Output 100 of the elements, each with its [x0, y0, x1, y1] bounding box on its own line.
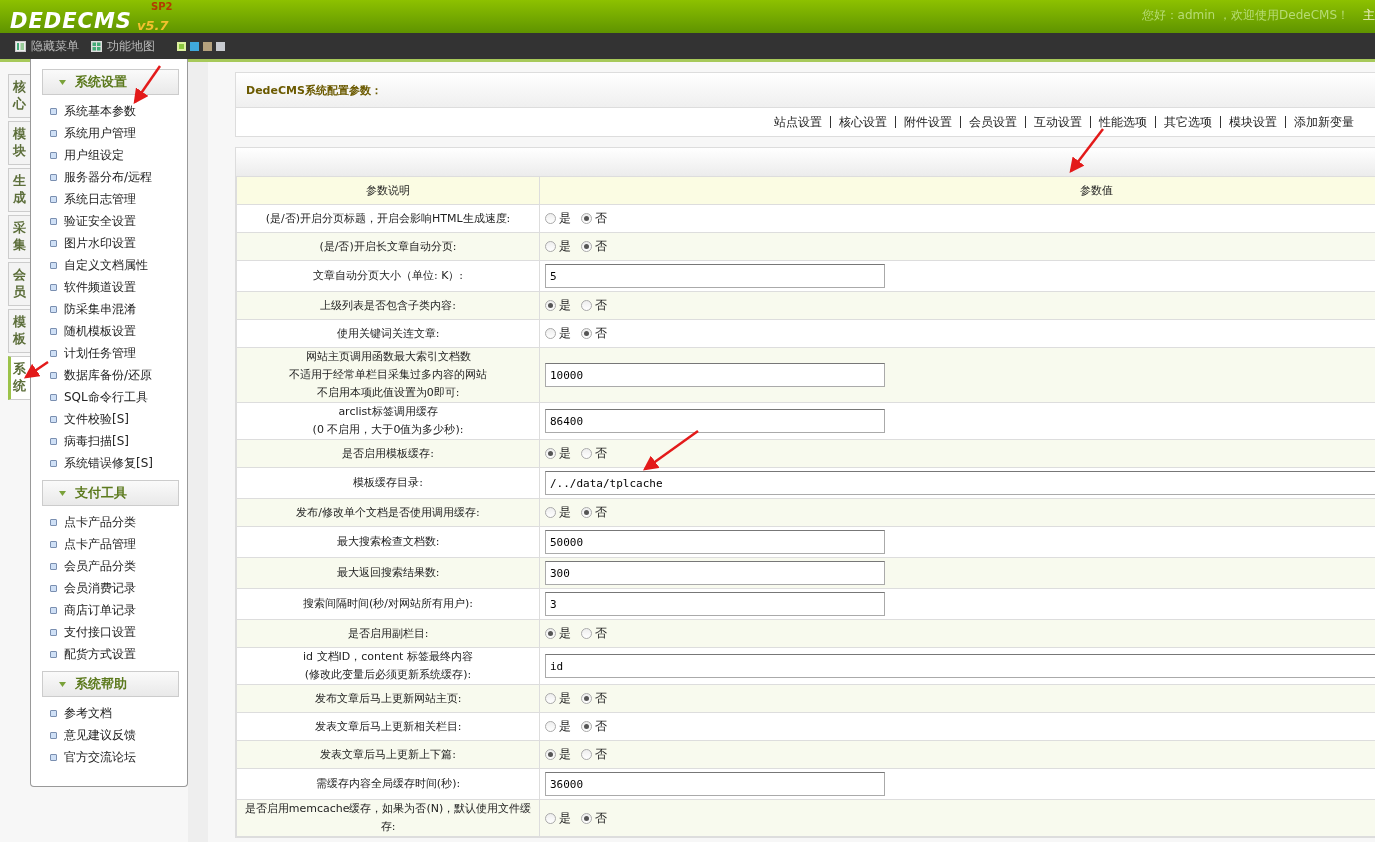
bullet-icon — [50, 437, 57, 445]
bullet-icon — [50, 107, 57, 115]
skin-swatch[interactable] — [203, 41, 212, 51]
input-field[interactable]: 3 — [545, 592, 885, 616]
toolbar-button[interactable]: 功能地图 — [91, 37, 155, 55]
radio-option[interactable]: 是 — [545, 238, 571, 255]
menu-link[interactable]: 文件校验[S] — [64, 410, 129, 428]
menu-link[interactable]: 支付接口设置 — [64, 623, 136, 641]
group-header[interactable]: 支付工具 — [42, 480, 179, 506]
input-field[interactable]: 36000 — [545, 772, 885, 796]
menu-link[interactable]: 官方交流论坛 — [64, 748, 136, 766]
bullet-icon — [50, 709, 57, 717]
table-cell: 发布/修改单个文档是否使用调用缓存: — [236, 498, 540, 527]
menu-link[interactable]: 系统错误修复[S] — [64, 454, 153, 472]
menu-link[interactable]: 图片水印设置 — [64, 234, 136, 252]
radio-option[interactable]: 是 — [545, 809, 571, 827]
input-field[interactable]: 86400 — [545, 409, 885, 433]
radio-option[interactable]: 否 — [581, 690, 607, 707]
menu-link[interactable]: 系统用户管理 — [64, 124, 136, 142]
label-line: 不启用本项此值设置为0即可: — [315, 385, 461, 401]
radio-option[interactable]: 否 — [581, 238, 607, 255]
radio-option[interactable]: 是 — [545, 625, 571, 642]
menu-link[interactable]: 防采集串混淆 — [64, 300, 136, 318]
menu-link[interactable]: 会员产品分类 — [64, 557, 136, 575]
side-tab[interactable]: 会员 — [8, 262, 30, 306]
input-field[interactable]: 300 — [545, 561, 885, 585]
skin-swatch[interactable] — [177, 41, 186, 51]
version-label: v5.7 — [137, 17, 169, 33]
nav-link[interactable]: 附件设置 — [895, 116, 960, 128]
radio-option[interactable]: 否 — [581, 625, 607, 642]
radio-option[interactable]: 是 — [545, 690, 571, 707]
menu-link[interactable]: 验证安全设置 — [64, 212, 136, 230]
radio-option[interactable]: 否 — [581, 746, 607, 763]
menu-link[interactable]: 用户组设定 — [64, 146, 124, 164]
menu-link[interactable]: 意见建议反馈 — [64, 726, 136, 744]
radio-option[interactable]: 是 — [545, 297, 571, 314]
menu-link[interactable]: 数据库备份/还原 — [64, 366, 153, 384]
side-tab[interactable]: 系统 — [8, 356, 30, 400]
radio-option[interactable]: 否 — [581, 297, 607, 314]
greeting-text: 您好：admin ，欢迎使用DedeCMS！ — [1141, 7, 1349, 24]
skin-swatch[interactable] — [190, 41, 199, 51]
menu-link[interactable]: 服务器分布/远程 — [64, 168, 153, 186]
side-tab[interactable]: 生成 — [8, 168, 30, 212]
input-field[interactable]: id — [545, 654, 1375, 678]
input-field[interactable]: 50000 — [545, 530, 885, 554]
side-tab[interactable]: 模板 — [8, 309, 30, 353]
menu-link[interactable]: 点卡产品分类 — [64, 513, 136, 531]
side-tab[interactable]: 模块 — [8, 121, 30, 165]
group-header[interactable]: 系统帮助 — [42, 671, 179, 697]
menu-link[interactable]: 病毒扫描[S] — [64, 432, 129, 450]
nav-link[interactable]: 会员设置 — [960, 116, 1025, 128]
bullet-icon — [50, 393, 57, 401]
menu-link[interactable]: 计划任务管理 — [64, 344, 136, 362]
nav-link[interactable]: 站点设置 — [766, 116, 830, 128]
bullet-icon — [50, 129, 57, 137]
menu-link[interactable]: 随机模板设置 — [64, 322, 136, 340]
table-cell: 是否启用副栏目: — [236, 619, 540, 648]
input-field[interactable]: /../data/tplcache — [545, 471, 1375, 495]
radio-option[interactable]: 是 — [545, 445, 571, 462]
menu-link[interactable]: 系统基本参数 — [64, 102, 136, 120]
radio-option[interactable]: 是 — [545, 746, 571, 763]
nav-link[interactable]: 添加新变量 — [1285, 116, 1362, 128]
menu-link[interactable]: 会员消费记录 — [64, 579, 136, 597]
radio-option[interactable]: 是 — [545, 504, 571, 521]
group-header[interactable]: 系统设置 — [42, 69, 179, 95]
radio-option[interactable]: 否 — [581, 210, 607, 227]
side-tab[interactable]: 核心 — [8, 74, 30, 118]
radio-option[interactable]: 是 — [545, 210, 571, 227]
input-field[interactable]: 5 — [545, 264, 885, 288]
nav-link[interactable]: 互动设置 — [1025, 116, 1090, 128]
nav-link[interactable]: 其它选项 — [1155, 116, 1220, 128]
nav-link[interactable]: 核心设置 — [830, 116, 895, 128]
menu-link[interactable]: SQL命令行工具 — [64, 388, 148, 406]
radio-option[interactable]: 否 — [581, 718, 607, 735]
menu-link[interactable]: 软件频道设置 — [64, 278, 136, 296]
radio-option[interactable]: 否 — [581, 445, 607, 462]
side-tab[interactable]: 采集 — [8, 215, 30, 259]
label-line: (修改此变量后必须更新系统缓存): — [303, 667, 473, 683]
nav-link[interactable]: 模块设置 — [1220, 116, 1285, 128]
table-cell: 模板缓存目录: — [236, 467, 540, 499]
radio-option[interactable]: 否 — [581, 325, 607, 342]
bullet-icon — [50, 239, 57, 247]
label-line: arclist标签调用缓存 — [337, 404, 439, 420]
menu-link[interactable]: 自定义文档属性 — [64, 256, 148, 274]
menu-link[interactable]: 参考文档 — [64, 704, 112, 722]
skin-swatch[interactable] — [216, 41, 225, 51]
radio-option[interactable]: 是 — [545, 325, 571, 342]
bullet-icon — [50, 584, 57, 592]
bullet-icon — [50, 173, 57, 181]
menu-link[interactable]: 系统日志管理 — [64, 190, 136, 208]
menu-link[interactable]: 配货方式设置 — [64, 645, 136, 663]
radio-option[interactable]: 否 — [581, 504, 607, 521]
nav-link[interactable]: 性能选项 — [1090, 116, 1155, 128]
menu-link[interactable]: 商店订单记录 — [64, 601, 136, 619]
table-cell: (是/否)开启长文章自动分页: — [236, 232, 540, 261]
radio-option[interactable]: 否 — [581, 809, 607, 827]
radio-option[interactable]: 是 — [545, 718, 571, 735]
toolbar-button[interactable]: 隐藏菜单 — [15, 37, 79, 55]
menu-link[interactable]: 点卡产品管理 — [64, 535, 136, 553]
input-field[interactable]: 10000 — [545, 363, 885, 387]
